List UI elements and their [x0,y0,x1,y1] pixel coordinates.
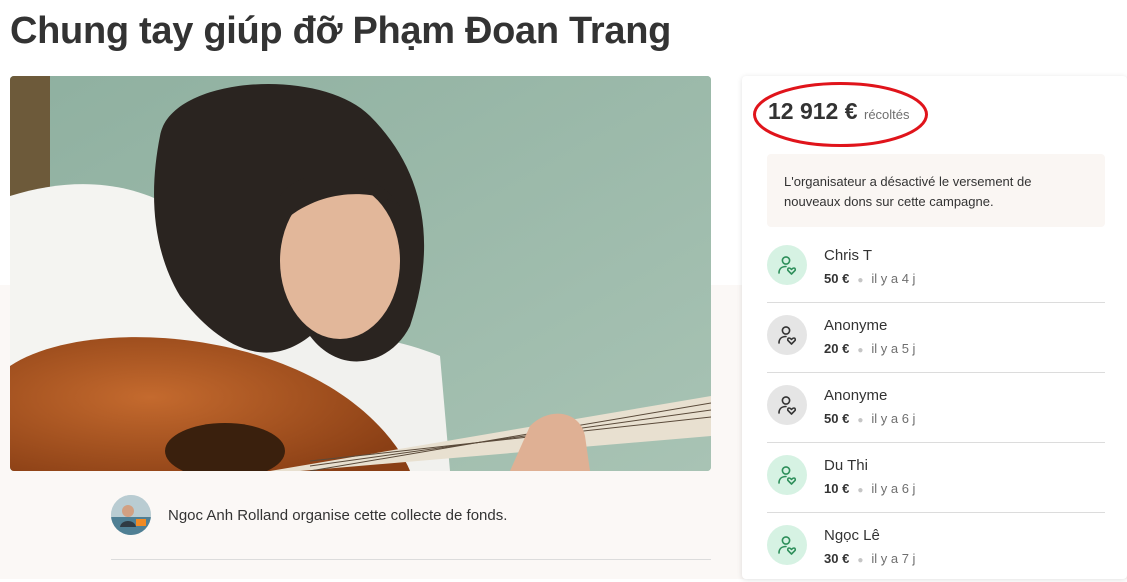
recent-donations-list: Chris T 50 € ● il y a 4 j Anonyme 20 € ● il … [767,233,1105,582]
organizer-row: Ngoc Anh Rolland organise cette collecte… [111,495,711,560]
donation-amount: 10 € [824,481,850,496]
donor-name: Du Thi [824,457,868,474]
page-title: Chung tay giúp đỡ Phạm Đoan Trang [10,10,672,52]
donation-amount: 50 € [824,271,850,286]
donation-item: Ngọc Lê 30 € ● il y a 7 j [767,513,1105,582]
donation-amount: 50 € [824,411,850,426]
organizer-avatar[interactable] [111,495,151,535]
donation-meta: 30 € ● il y a 7 j [824,551,915,566]
separator-dot: ● [857,345,864,356]
separator-dot: ● [857,555,864,566]
separator-dot: ● [857,415,864,426]
donor-heart-icon [767,525,807,565]
donor-name: Anonyme [824,387,888,404]
donation-amount: 20 € [824,341,850,356]
donation-amount: 30 € [824,551,850,566]
donor-name: Ngọc Lê [824,527,880,544]
donation-time: il y a 6 j [871,411,916,426]
donation-time: il y a 7 j [871,551,916,566]
separator-dot: ● [857,275,864,286]
donation-meta: 50 € ● il y a 6 j [824,411,915,426]
raised-suffix: récoltés [863,107,910,122]
donation-meta: 10 € ● il y a 6 j [824,481,915,496]
donation-meta: 50 € ● il y a 4 j [824,271,915,286]
donor-heart-icon [767,385,807,425]
donor-name: Anonyme [824,317,888,334]
campaign-hero-image[interactable] [10,76,711,471]
separator-dot: ● [857,485,864,496]
donation-item: Anonyme 50 € ● il y a 6 j [767,373,1105,443]
donor-heart-icon [767,245,807,285]
donation-meta: 20 € ● il y a 5 j [824,341,915,356]
amount-raised: 12 912 € récoltés [768,98,910,125]
donor-heart-icon [767,455,807,495]
donation-item: Du Thi 10 € ● il y a 6 j [767,443,1105,513]
donor-name: Chris T [824,247,873,264]
campaign-photo [10,76,711,471]
donation-time: il y a 5 j [871,341,916,356]
organizer-text: Ngoc Anh Rolland organise cette collecte… [168,507,508,524]
raised-amount: 12 912 € [768,98,858,124]
campaign-closed-notice: L'organisateur a désactivé le versement … [767,154,1105,227]
donation-item: Anonyme 20 € ● il y a 5 j [767,303,1105,373]
donor-heart-icon [767,315,807,355]
donation-item: Chris T 50 € ● il y a 4 j [767,233,1105,303]
donation-time: il y a 4 j [871,271,916,286]
donation-time: il y a 6 j [871,481,916,496]
